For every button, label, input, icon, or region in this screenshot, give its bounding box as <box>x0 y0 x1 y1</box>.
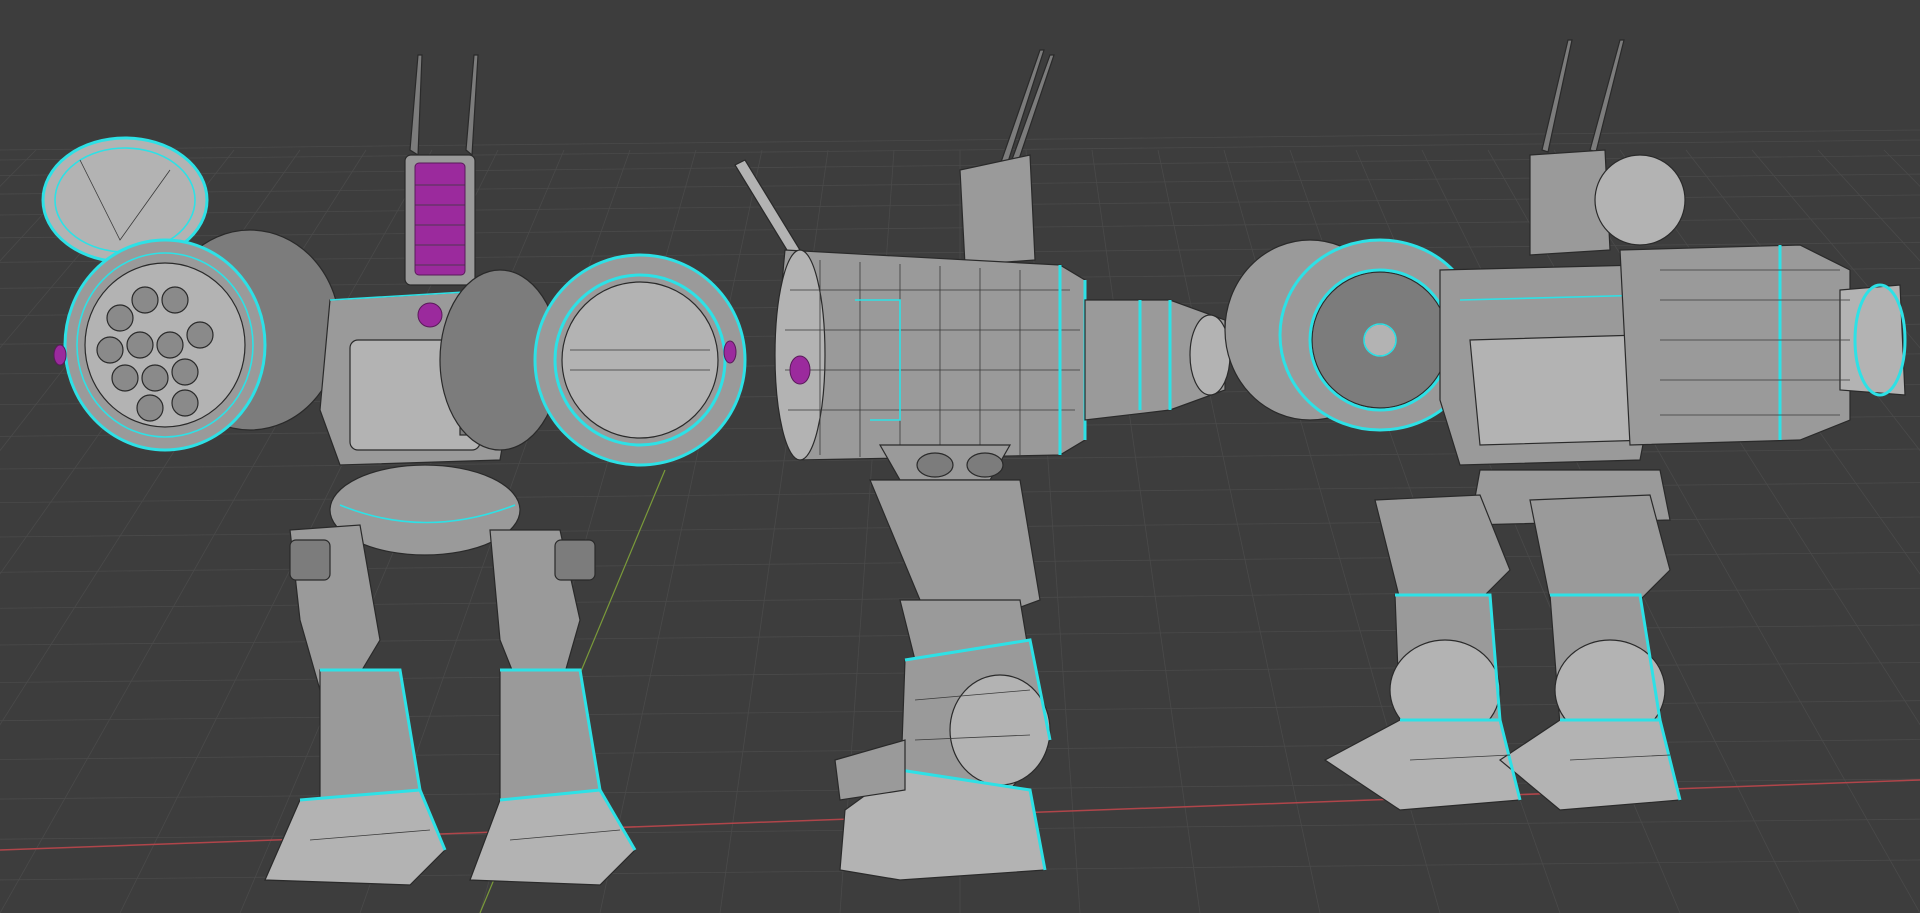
selected-faces-head <box>414 162 466 276</box>
grid-line <box>1883 149 1920 187</box>
mech-front-view[interactable] <box>41 54 747 886</box>
mech-back-three-quarter-view[interactable] <box>1224 39 1907 811</box>
viewport-scene[interactable] <box>0 0 1920 913</box>
grid-line <box>1091 149 1201 913</box>
3d-viewport[interactable] <box>0 0 1920 913</box>
mech-side-view[interactable] <box>734 49 1231 881</box>
grid-line <box>0 129 1920 151</box>
